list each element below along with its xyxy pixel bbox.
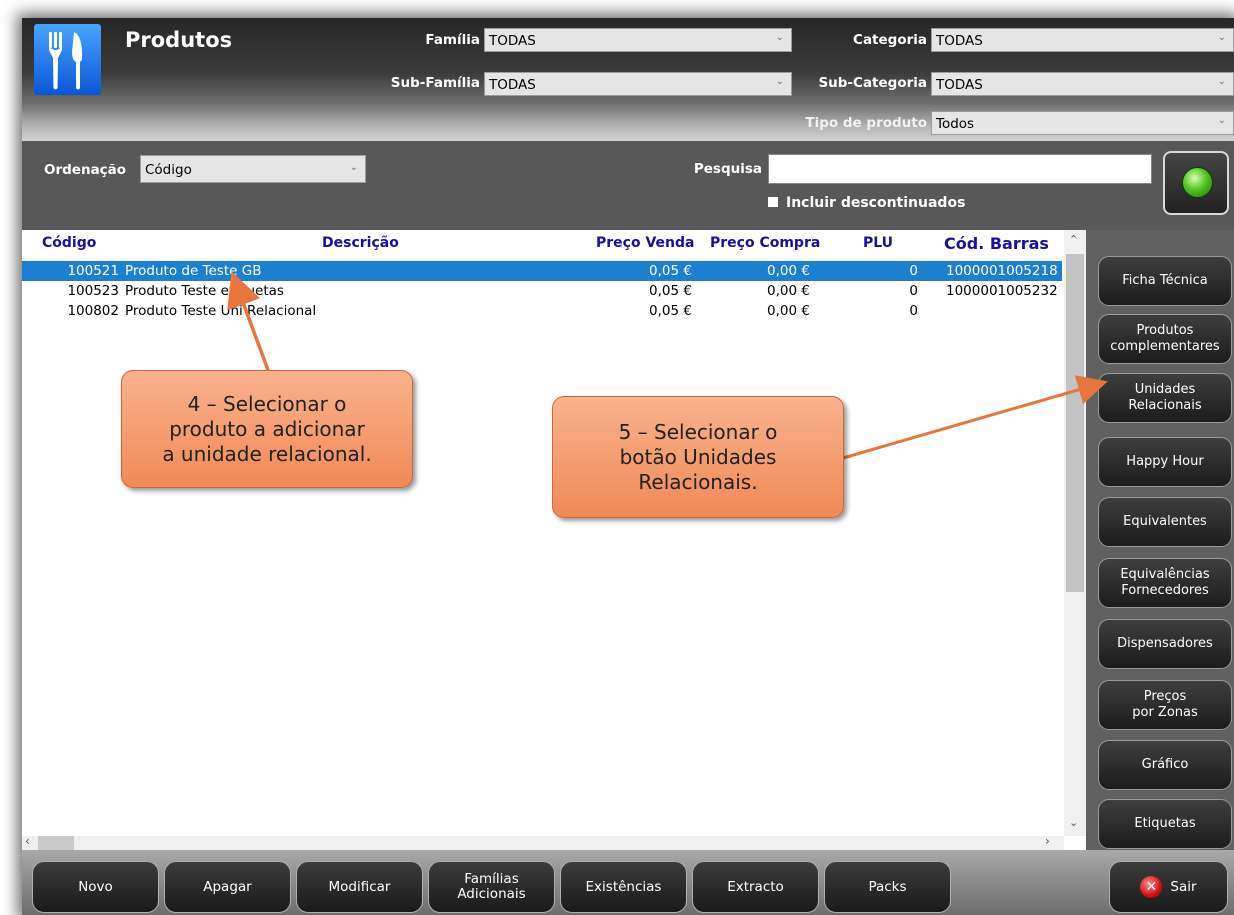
callout-arrow-step5: [842, 375, 1108, 460]
callout-arrow-step4: [227, 271, 270, 371]
callout-step4: 4 – Selecionar o produto a adicionar a u…: [121, 370, 413, 488]
callout-step5: 5 – Selecionar o botão Unidades Relacion…: [552, 396, 844, 518]
app-window: Produtos Família TODAS ⌄ Categoria TODAS…: [22, 18, 1234, 915]
